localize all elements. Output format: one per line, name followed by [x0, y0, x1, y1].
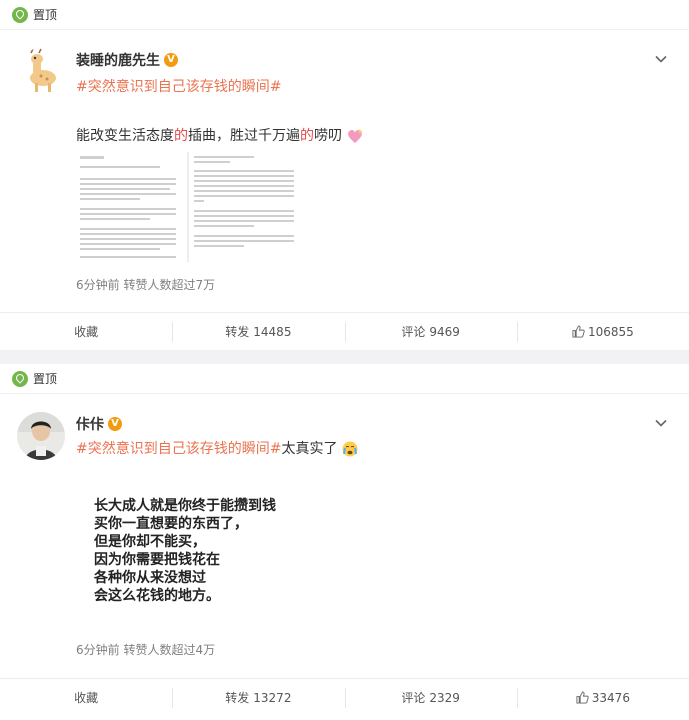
- text-part: 的: [174, 128, 188, 144]
- post-meta: 6分钟前 转赞人数超过4万: [76, 643, 216, 657]
- pin-icon: [12, 6, 28, 23]
- collect-label: 收藏: [74, 324, 99, 339]
- collect-button[interactable]: 收藏: [0, 313, 172, 351]
- topic-link[interactable]: #突然意识到自己该存钱的瞬间#: [76, 79, 281, 95]
- text-part: 唠叨: [314, 128, 342, 144]
- action-bar: 收藏 转发 13272 评论 2329 33476: [0, 678, 689, 716]
- quote-line: 长大成人就是你终于能攒到钱: [94, 498, 276, 514]
- topic-line: #突然意识到自己该存钱的瞬间#: [76, 76, 281, 96]
- crying-face-icon: [342, 441, 358, 457]
- repost-count: 14485: [253, 324, 292, 339]
- repost-label: 转发: [225, 690, 250, 705]
- comment-button[interactable]: 评论 2329: [344, 679, 517, 717]
- pin-label: 置顶: [33, 8, 58, 22]
- pin-bar: 置顶: [0, 0, 689, 30]
- comment-label: 评论: [401, 324, 426, 339]
- like-button[interactable]: 106855: [516, 313, 689, 351]
- post-meta: 6分钟前 转赞人数超过7万: [76, 278, 216, 292]
- collect-label: 收藏: [74, 690, 99, 705]
- action-bar: 收藏 转发 14485 评论 9469 106855: [0, 312, 689, 350]
- comment-count: 2329: [429, 690, 460, 705]
- repost-label: 转发: [225, 324, 250, 339]
- text-part: 能改变生活态度: [76, 128, 174, 144]
- username[interactable]: 装睡的鹿先生 V: [76, 50, 178, 70]
- like-button[interactable]: 33476: [516, 679, 689, 717]
- comment-count: 9469: [429, 324, 460, 339]
- quote-image-text: 长大成人就是你终于能攒到钱 买你一直想要的东西了， 但是你却不能买， 因为你需要…: [94, 497, 276, 605]
- avatar[interactable]: [17, 48, 65, 96]
- quote-line: 会这么花钱的地方。: [94, 588, 220, 604]
- article-image[interactable]: [76, 152, 300, 262]
- collect-button[interactable]: 收藏: [0, 679, 172, 717]
- quote-line: 各种你从来没想过: [94, 570, 206, 586]
- topic-suffix: 太真实了: [281, 441, 338, 457]
- verified-badge-icon: V: [108, 417, 122, 431]
- like-count: 106855: [587, 324, 634, 339]
- like-count: 33476: [591, 690, 630, 705]
- username-text[interactable]: 佧佧: [76, 414, 104, 434]
- pin-label: 置顶: [33, 372, 58, 386]
- username-text[interactable]: 装睡的鹿先生: [76, 50, 160, 70]
- text-part: 插曲，胜过千万遍: [188, 128, 300, 144]
- comment-button[interactable]: 评论 9469: [344, 313, 517, 351]
- topic-line: #突然意识到自己该存钱的瞬间#太真实了: [76, 438, 358, 458]
- topic-link[interactable]: #突然意识到自己该存钱的瞬间#: [76, 441, 281, 457]
- repost-count: 13272: [253, 690, 292, 705]
- thumbs-up-icon: [572, 325, 585, 338]
- chevron-down-icon[interactable]: [655, 53, 667, 65]
- repost-button[interactable]: 转发 13272: [172, 679, 344, 717]
- sparkling-heart-icon: [348, 129, 364, 143]
- post-text: 能改变生活态度的插曲，胜过千万遍的唠叨: [76, 125, 364, 145]
- quote-line: 买你一直想要的东西了，: [94, 516, 248, 532]
- quote-image[interactable]: 长大成人就是你终于能攒到钱 买你一直想要的东西了， 但是你却不能买， 因为你需要…: [76, 482, 302, 612]
- chevron-down-icon[interactable]: [655, 417, 667, 429]
- weibo-post-1: 置顶 装睡的鹿先生 V #突然意识到自己该存钱的瞬间# 能改变生活态度的插曲，胜…: [0, 0, 689, 350]
- pin-bar: 置顶: [0, 364, 689, 394]
- text-part: 的: [300, 128, 314, 144]
- quote-line: 因为你需要把钱花在: [94, 552, 220, 568]
- weibo-post-2: 置顶 佧佧 V #突然意识到自己该存钱的瞬间#太真实了 长大成人就是你终于能攒到…: [0, 364, 689, 720]
- comment-label: 评论: [401, 690, 426, 705]
- quote-line: 但是你却不能买，: [94, 534, 206, 550]
- pin-icon: [12, 370, 28, 387]
- username[interactable]: 佧佧 V: [76, 414, 122, 434]
- avatar[interactable]: [17, 412, 65, 460]
- repost-button[interactable]: 转发 14485: [172, 313, 344, 351]
- verified-badge-icon: V: [164, 53, 178, 67]
- thumbs-up-icon: [576, 691, 589, 704]
